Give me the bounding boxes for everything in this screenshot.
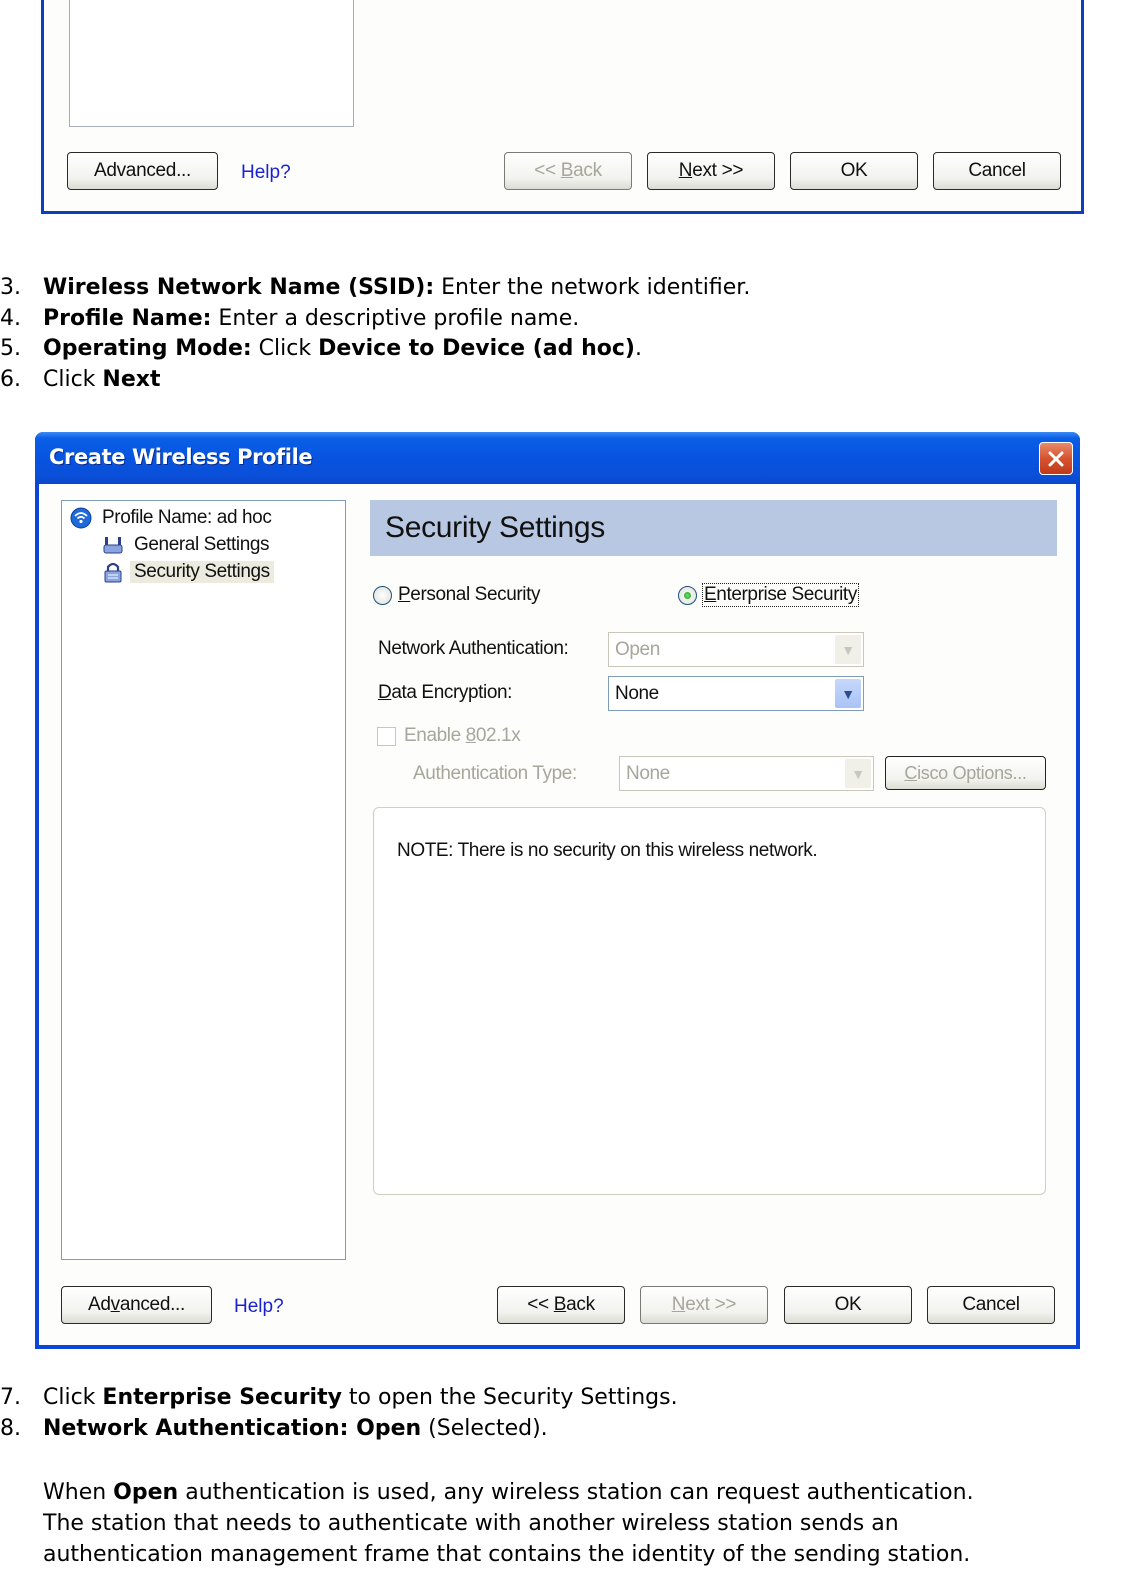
data-encryption-label: Data Encryption: xyxy=(378,682,513,703)
paragraph-line-3: authentication management frame that con… xyxy=(43,1542,971,1567)
step-text: Click xyxy=(43,366,103,392)
ok-button[interactable]: OK xyxy=(790,152,918,190)
step-number: 5. xyxy=(0,336,21,361)
enable-8021x-checkbox[interactable]: Enable 802.1x xyxy=(377,725,521,747)
tree-item-security-settings[interactable]: Security Settings xyxy=(102,559,274,585)
dialog-title: Create Wireless Profile xyxy=(49,445,313,469)
step-7: 7. Click Enterprise Security to open the… xyxy=(0,1383,678,1414)
authentication-type-value: None xyxy=(626,762,670,784)
data-encryption-select[interactable]: None ▼ xyxy=(608,676,864,711)
enable-8021x-label: Enable 802.1x xyxy=(404,725,521,746)
tree-item-label: General Settings xyxy=(134,534,270,555)
cisco-options-button[interactable]: Cisco Options... xyxy=(885,756,1046,790)
tree-item-profile-name[interactable]: Profile Name: ad hoc xyxy=(70,505,275,531)
step-number: 4. xyxy=(0,305,21,331)
wireless-network-icon xyxy=(70,507,92,529)
create-wireless-profile-dialog: Create Wireless Profile Profile Name: ad… xyxy=(35,432,1080,1349)
step-6: 6. Click Next xyxy=(0,365,750,396)
close-icon xyxy=(1048,451,1064,466)
title-bar[interactable]: Create Wireless Profile xyxy=(35,432,1080,484)
back-button[interactable]: << Back xyxy=(504,152,632,190)
tree-item-general-settings[interactable]: General Settings xyxy=(102,532,273,558)
paragraph-line-1: When Open authentication is used, any wi… xyxy=(43,1477,974,1508)
enterprise-security-label: Enterprise Security xyxy=(702,583,859,607)
chevron-down-icon: ▼ xyxy=(835,679,861,708)
back-button-label: << Back xyxy=(527,1294,595,1315)
enterprise-security-radio[interactable]: Enterprise Security xyxy=(678,583,859,607)
step-number: 6. xyxy=(0,366,21,392)
step-5: 5. Operating Mode: Click Device to Devic… xyxy=(0,334,750,365)
authentication-type-label: Authentication Type: xyxy=(413,763,577,784)
data-encryption-value: None xyxy=(615,682,659,704)
step-term: Enterprise Security xyxy=(102,1385,342,1410)
paragraph-text: authentication is used, any wireless sta… xyxy=(178,1480,974,1505)
help-link[interactable]: Help? xyxy=(234,1296,284,1318)
back-button-label: << Back xyxy=(534,160,602,181)
dialog-client-area: Profile Name: ad hoc General Settings Se… xyxy=(39,484,1076,1345)
step-number: 7. xyxy=(0,1385,21,1410)
step-text: . xyxy=(634,336,642,361)
step-text: (Selected). xyxy=(421,1415,548,1441)
step-text: Enter the network identifier. xyxy=(434,275,751,300)
step-number: 3. xyxy=(0,275,21,300)
step-term: Operating Mode: xyxy=(43,336,252,361)
previous-dialog-fragment: Advanced... Help? << Back Next >> OK Can… xyxy=(41,0,1084,214)
paragraph-term: Open xyxy=(113,1480,179,1505)
cancel-button[interactable]: Cancel xyxy=(933,152,1061,190)
step-term: Profile Name: xyxy=(43,305,212,331)
network-authentication-value: Open xyxy=(615,638,660,660)
step-text: Enter a descriptive profile name. xyxy=(211,305,580,331)
steps-list-a: 3. Wireless Network Name (SSID): Enter t… xyxy=(0,273,750,395)
step-text: Click xyxy=(43,1385,103,1410)
network-authentication-label: Network Authentication: xyxy=(378,638,569,659)
cisco-options-label: Cisco Options... xyxy=(904,762,1027,783)
chevron-down-icon: ▼ xyxy=(845,759,871,788)
tree-item-label: Security Settings xyxy=(130,561,274,583)
tree-item-label: Profile Name: ad hoc xyxy=(102,507,272,528)
open-auth-paragraph: When Open authentication is used, any wi… xyxy=(43,1477,974,1570)
network-authentication-select[interactable]: Open ▼ xyxy=(608,632,864,667)
ok-button[interactable]: OK xyxy=(784,1286,912,1324)
personal-security-label: Personal Security xyxy=(398,584,541,605)
router-icon xyxy=(103,537,123,554)
step-term: Device to Device (ad hoc) xyxy=(318,336,635,361)
radio-checked-icon xyxy=(678,585,697,605)
next-button[interactable]: Next >> xyxy=(647,152,775,190)
radio-unchecked-icon xyxy=(373,585,392,605)
steps-list-b: 7. Click Enterprise Security to open the… xyxy=(0,1383,678,1444)
step-3: 3. Wireless Network Name (SSID): Enter t… xyxy=(0,273,750,304)
next-button-label: Next >> xyxy=(678,160,744,181)
cancel-button[interactable]: Cancel xyxy=(927,1286,1055,1324)
paragraph-text: When xyxy=(43,1480,114,1505)
next-button[interactable]: Next >> xyxy=(640,1286,768,1324)
advanced-button[interactable]: Advanced... xyxy=(67,152,218,190)
step-text: Click xyxy=(251,336,319,361)
profile-tree-panel xyxy=(69,0,354,127)
section-title: Security Settings xyxy=(370,500,1057,556)
chevron-down-icon: ▼ xyxy=(835,635,861,664)
advanced-button-label: Advanced... xyxy=(87,1294,186,1315)
close-button[interactable] xyxy=(1039,442,1073,475)
step-text: to open the Security Settings. xyxy=(341,1385,678,1410)
step-4: 4. Profile Name: Enter a descriptive pro… xyxy=(0,304,750,335)
advanced-button[interactable]: Advanced... xyxy=(61,1286,212,1324)
back-button[interactable]: << Back xyxy=(497,1286,625,1324)
step-term: Network Authentication: Open xyxy=(43,1415,422,1441)
step-8: 8. Network Authentication: Open (Selecte… xyxy=(0,1414,678,1445)
next-button-label: Next >> xyxy=(671,1294,737,1315)
note-box: NOTE: There is no security on this wirel… xyxy=(373,807,1046,1195)
step-term: Next xyxy=(102,366,161,392)
authentication-type-select[interactable]: None ▼ xyxy=(619,756,874,791)
security-note: NOTE: There is no security on this wirel… xyxy=(397,840,818,861)
paragraph-line-2: The station that needs to authenticate w… xyxy=(43,1511,899,1536)
checkbox-box xyxy=(377,726,396,746)
lock-icon xyxy=(104,562,122,583)
help-link[interactable]: Help? xyxy=(241,162,291,184)
profile-tree: Profile Name: ad hoc General Settings Se… xyxy=(61,500,346,1260)
step-number: 8. xyxy=(0,1415,21,1441)
personal-security-radio[interactable]: Personal Security xyxy=(373,584,541,606)
step-term: Wireless Network Name (SSID): xyxy=(43,275,435,300)
